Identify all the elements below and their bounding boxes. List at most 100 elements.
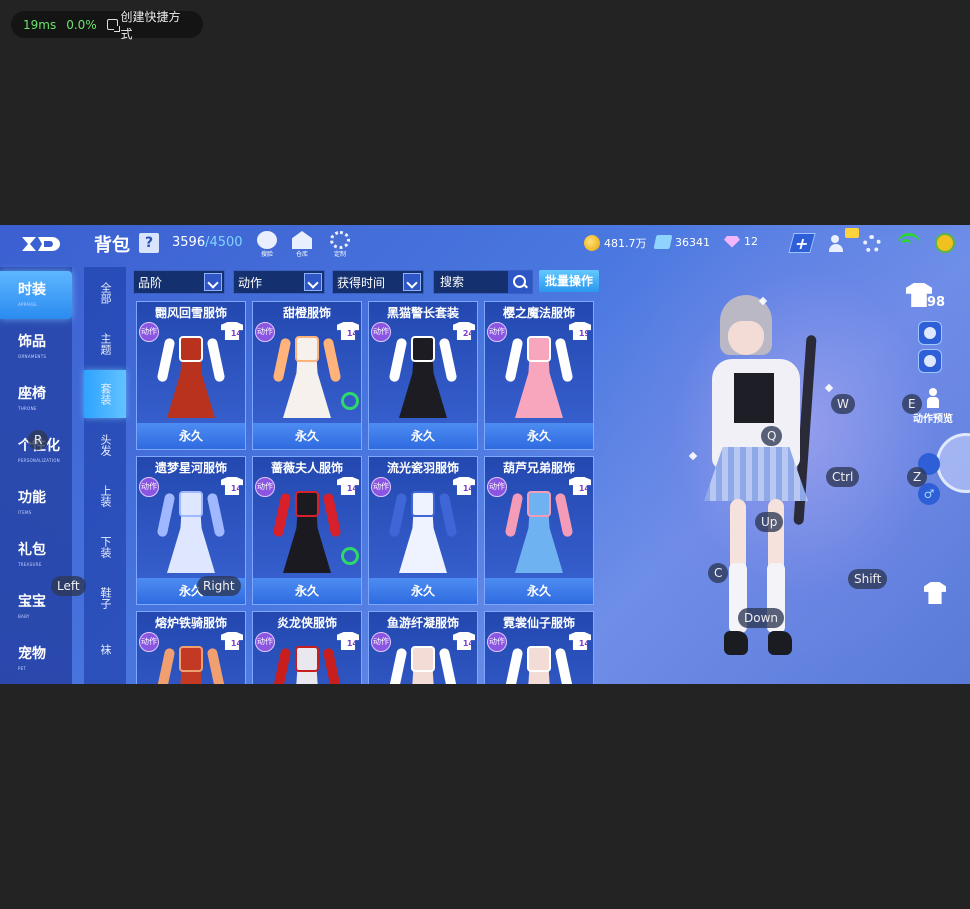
outfit-sleeve <box>156 337 176 383</box>
character-top <box>734 373 774 423</box>
time-dropdown[interactable]: 获得时间 <box>332 270 424 294</box>
outfit-count[interactable]: 98 <box>906 283 950 313</box>
outfit-thumbnail <box>383 640 463 684</box>
sidebar-item-label: 礼包 <box>18 542 46 558</box>
outfit-thumbnail <box>151 640 231 684</box>
item-duration: 永久 <box>369 578 477 604</box>
add-currency-button[interactable]: + <box>788 233 816 253</box>
custom-button[interactable]: 定制 <box>327 231 353 259</box>
music-button[interactable] <box>918 349 942 373</box>
create-shortcut-label: 创建快捷方式 <box>120 9 181 41</box>
camera-button[interactable] <box>918 321 942 345</box>
diamond-balance[interactable]: 12 <box>724 235 758 248</box>
outfit-sleeve <box>554 647 574 684</box>
time-dropdown-label: 获得时间 <box>337 275 386 290</box>
person-icon <box>925 388 941 408</box>
outfit-sleeve <box>206 647 226 684</box>
outfit-sleeve <box>272 492 292 538</box>
create-shortcut-button[interactable]: 创建快捷方式 <box>106 8 191 42</box>
sidebar-item-treasure[interactable]: 礼包 TREASURE <box>0 531 72 579</box>
wardrobe-shirt-icon[interactable] <box>924 582 946 604</box>
male-icon[interactable]: ♂ <box>918 483 940 505</box>
sidebar-item-items[interactable]: 功能 ITEMS <box>0 479 72 527</box>
key-hint-e: E <box>902 394 922 414</box>
item-name: 樱之魔法服饰 <box>502 306 575 320</box>
outfit-count-value: 98 <box>927 295 946 310</box>
search-field[interactable] <box>433 270 533 294</box>
outfit-bodice <box>527 646 551 672</box>
tab-theme[interactable]: 主题 <box>84 320 126 368</box>
item-card[interactable]: 甜橙服饰 动作 14 永久 <box>252 301 362 450</box>
action-dropdown[interactable]: 动作 <box>233 270 325 294</box>
outfit-bodice <box>411 646 435 672</box>
outfit-sleeve <box>322 337 342 383</box>
item-card[interactable]: 翾风回雪服饰 动作 14 永久 <box>136 301 246 450</box>
batch-operation-button[interactable]: 批量操作 <box>539 270 599 292</box>
outfit-sleeve <box>438 492 458 538</box>
outfit-sleeve <box>504 337 524 383</box>
help-button[interactable]: ? <box>139 233 159 253</box>
tab-hair[interactable]: 头发 <box>84 421 126 469</box>
outfit-sleeve <box>156 492 176 538</box>
sidebar-item-label: 座椅 <box>18 386 46 402</box>
outfit-thumbnail <box>267 485 347 575</box>
item-card[interactable]: 葫芦兄弟服饰 动作 14 永久 <box>484 456 594 605</box>
sidebar-item-throne[interactable]: 座椅 THRONE <box>0 375 72 423</box>
player-avatar[interactable] <box>935 233 955 253</box>
mail-icon[interactable] <box>845 228 859 238</box>
search-icon[interactable] <box>508 271 532 293</box>
settings-gear-icon[interactable] <box>863 235 881 253</box>
game-logo-icon <box>22 237 60 251</box>
tab-bottoms[interactable]: 下装 <box>84 523 126 571</box>
item-card[interactable]: 樱之魔法服饰 动作 19 永久 <box>484 301 594 450</box>
outfit-bodice <box>411 336 435 362</box>
item-card[interactable]: 蔷薇夫人服饰 动作 14 永久 <box>252 456 362 605</box>
action-preview-label: 动作预览 <box>913 414 953 425</box>
exchange-button[interactable]: 搜脸 <box>254 231 280 259</box>
item-name: 蔷薇夫人服饰 <box>270 461 343 475</box>
camera-icon <box>924 327 936 339</box>
outfit-skirt <box>399 513 447 573</box>
coin-balance[interactable]: 481.7万 <box>584 235 647 251</box>
game-viewport[interactable]: 背包 ? 3596/4500 搜脸 仓库 定制 481.7万 36341 12 … <box>0 225 970 684</box>
item-duration: 永久 <box>253 578 361 604</box>
tab-socks[interactable]: 袜 <box>84 625 126 673</box>
outfit-skirt <box>515 513 563 573</box>
search-input[interactable] <box>440 275 506 289</box>
item-card[interactable]: 黑猫警长套装 动作 24 永久 <box>368 301 478 450</box>
tab-tops[interactable]: 上装 <box>84 472 126 520</box>
outfit-skirt <box>283 358 331 418</box>
item-card[interactable]: 霓裳仙子服饰 动作 14 <box>484 611 594 684</box>
rotate-dial[interactable] <box>936 433 970 493</box>
item-grid: 翾风回雪服饰 动作 14 永久 甜橙服饰 动作 14 永久 黑猫警长套装 动作 24 永久 樱之魔法服饰… <box>130 301 600 684</box>
sidebar-item-pet[interactable]: 宠物 PET <box>0 635 72 683</box>
sidebar-item-sublabel: ORNAMENTS <box>18 354 47 359</box>
warehouse-button[interactable]: 仓库 <box>289 231 315 259</box>
item-card[interactable]: 炎龙侠服饰 动作 14 <box>252 611 362 684</box>
item-card[interactable]: 流光瓷羽服饰 动作 14 永久 <box>368 456 478 605</box>
character-shoe <box>724 631 748 655</box>
tab-shoes[interactable]: 鞋子 <box>84 574 126 622</box>
outfit-thumbnail <box>499 485 579 575</box>
tab-all[interactable]: 全部 <box>84 269 126 317</box>
exchange-icon <box>257 231 277 249</box>
sidebar-item-apparel[interactable]: 时装 APPAREL <box>0 271 72 319</box>
loss-readout: 0.0% <box>66 17 97 32</box>
shortcut-icon <box>106 19 120 32</box>
grade-dropdown[interactable]: 品阶 <box>133 270 225 294</box>
coin-icon <box>584 235 600 251</box>
outfit-bodice <box>295 491 319 517</box>
key-hint-right: Right <box>197 576 241 596</box>
outfit-bodice <box>179 491 203 517</box>
outfit-sleeve <box>388 492 408 538</box>
item-card[interactable]: 熔炉铁骑服饰 动作 14 <box>136 611 246 684</box>
outfit-thumbnail <box>267 640 347 684</box>
bag-capacity: 3596/4500 <box>172 235 243 250</box>
tab-suits[interactable]: 套装 <box>84 370 126 418</box>
page-title: 背包 <box>94 235 130 256</box>
item-card[interactable]: 鱼游纤凝服饰 动作 14 <box>368 611 478 684</box>
wifi-icon <box>897 233 921 251</box>
ticket-balance[interactable]: 36341 <box>653 235 710 249</box>
chevron-down-icon <box>304 273 322 291</box>
sidebar-item-ornaments[interactable]: 饰品 ORNAMENTS <box>0 323 72 371</box>
